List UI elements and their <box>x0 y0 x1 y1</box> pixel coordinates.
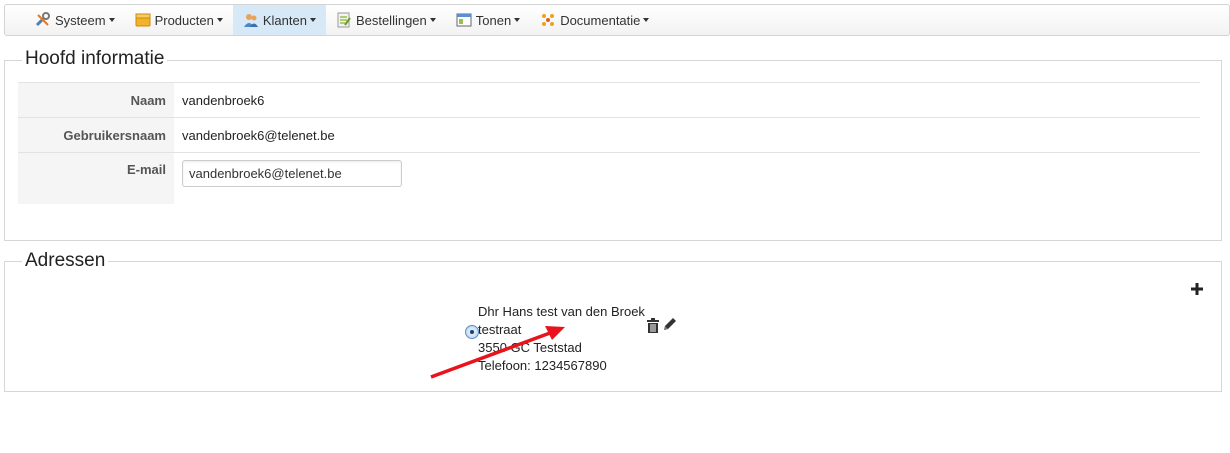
email-cell <box>174 153 402 204</box>
top-navbar: Systeem Producten Klanten Bestellingen T… <box>4 4 1230 36</box>
chevron-down-icon <box>309 18 316 22</box>
delete-address-button[interactable] <box>646 318 660 333</box>
email-row: E-mail <box>18 152 1200 204</box>
menu-klanten-label: Klanten <box>262 12 307 28</box>
username-row: Gebruikersnaam vandenbroek6@telenet.be <box>18 117 1200 152</box>
docs-icon <box>540 12 556 28</box>
address-city: 3550 GC Teststad <box>478 340 582 355</box>
username-value: vandenbroek6@telenet.be <box>182 128 335 143</box>
menu-tonen-label: Tonen <box>475 12 512 28</box>
menu-bestellingen-label: Bestellingen <box>355 12 427 28</box>
tools-icon <box>35 12 51 28</box>
users-icon <box>243 12 259 28</box>
chevron-down-icon <box>643 18 650 22</box>
edit-address-button[interactable] <box>662 317 677 332</box>
menu-producten-label: Producten <box>154 12 214 28</box>
address-name: Dhr Hans test van den Broek <box>478 304 645 319</box>
menu-klanten[interactable]: Klanten <box>232 5 326 35</box>
address-street: testraat <box>478 322 522 337</box>
menu-systeem[interactable]: Systeem <box>25 5 125 35</box>
menu-documentatie-label: Documentatie <box>560 12 641 28</box>
addresses-title: Adressen <box>22 250 109 272</box>
address-card: Dhr Hans test van den Broek testraat 355… <box>478 303 645 375</box>
chevron-down-icon <box>108 18 115 22</box>
box-icon <box>135 12 151 28</box>
main-info-table: Naam vandenbroek6 Gebruikersnaam vandenb… <box>18 82 1200 204</box>
menu-bestellingen[interactable]: Bestellingen <box>326 5 446 35</box>
pencil-icon <box>664 318 676 330</box>
menu-tonen[interactable]: Tonen <box>446 5 530 35</box>
name-value: vandenbroek6 <box>182 93 265 108</box>
chevron-down-icon <box>514 18 521 22</box>
name-label: Naam <box>18 83 174 117</box>
chevron-down-icon <box>429 18 436 22</box>
menu-producten[interactable]: Producten <box>125 5 233 35</box>
plus-icon <box>1191 283 1203 295</box>
address-phone: Telefoon: 1234567890 <box>478 358 607 373</box>
chevron-down-icon <box>216 18 223 22</box>
menu-systeem-label: Systeem <box>55 12 106 28</box>
orders-icon <box>336 12 352 28</box>
username-label: Gebruikersnaam <box>18 118 174 152</box>
main-menu: Systeem Producten Klanten Bestellingen T… <box>25 5 659 35</box>
trash-icon <box>647 318 659 333</box>
email-field[interactable] <box>182 160 402 187</box>
window-icon <box>456 12 472 28</box>
add-address-button[interactable] <box>1190 282 1204 296</box>
address-select-radio[interactable] <box>465 325 479 339</box>
email-label: E-mail <box>18 153 174 204</box>
name-row: Naam vandenbroek6 <box>18 82 1200 117</box>
main-info-title: Hoofd informatie <box>22 48 168 70</box>
menu-documentatie[interactable]: Documentatie <box>530 5 659 35</box>
